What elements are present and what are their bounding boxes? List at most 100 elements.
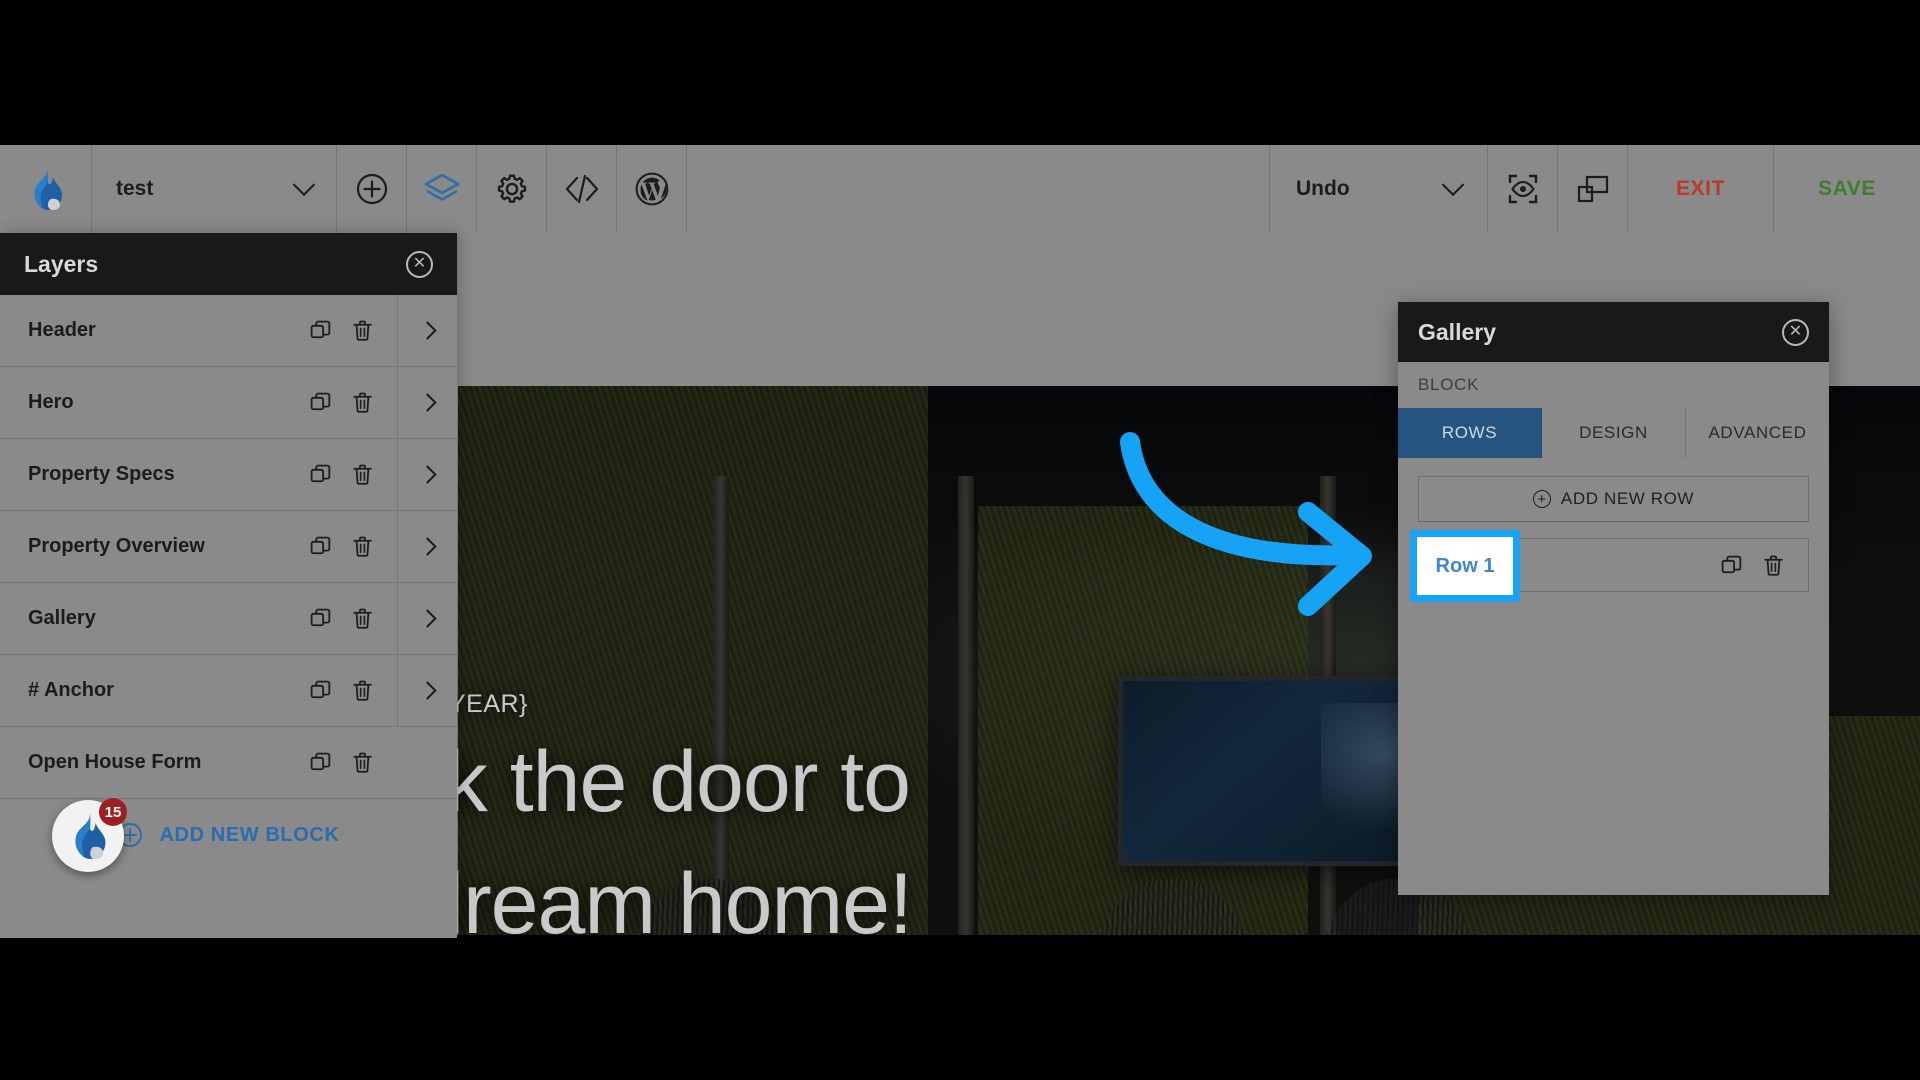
trash-icon[interactable] bbox=[350, 678, 375, 703]
code-button[interactable] bbox=[547, 145, 617, 233]
gallery-panel-header: Gallery ✕ bbox=[1398, 302, 1829, 362]
layer-expand-button[interactable] bbox=[397, 294, 457, 367]
preview-eye-icon bbox=[1508, 174, 1537, 204]
add-circle-button[interactable] bbox=[337, 145, 407, 233]
layers-icon bbox=[424, 173, 459, 201]
gallery-tab-bar: ROWS DESIGN ADVANCED bbox=[1398, 408, 1829, 458]
chevron-right-icon bbox=[418, 609, 437, 628]
gallery-section-label: BLOCK bbox=[1418, 375, 1480, 394]
chevron-right-icon bbox=[418, 393, 437, 412]
undo-dropdown[interactable]: Undo bbox=[1270, 145, 1488, 233]
responsive-layout-icon bbox=[1577, 175, 1608, 203]
row-list-item[interactable]: Row 1 bbox=[1410, 530, 1809, 602]
layer-actions bbox=[308, 606, 397, 631]
trash-icon[interactable] bbox=[350, 390, 375, 415]
chevron-down-icon bbox=[292, 173, 316, 197]
gallery-tab-design[interactable]: DESIGN bbox=[1542, 408, 1686, 458]
layer-name-label: Gallery bbox=[28, 607, 96, 629]
layer-name-label: Header bbox=[28, 319, 96, 341]
green-wall-left bbox=[458, 386, 928, 935]
layer-expand-button[interactable] bbox=[397, 366, 457, 439]
site-selector[interactable]: test bbox=[92, 145, 337, 233]
layer-name-label: Property Specs bbox=[28, 463, 175, 485]
chevron-right-icon bbox=[418, 681, 437, 700]
layer-name-label: Open House Form bbox=[28, 751, 202, 773]
layer-name-label: Property Overview bbox=[28, 535, 205, 557]
layer-expand-button[interactable] bbox=[397, 654, 457, 727]
duplicate-icon[interactable] bbox=[308, 678, 333, 703]
gallery-tab-advanced[interactable]: ADVANCED bbox=[1686, 408, 1829, 458]
wordpress-button[interactable] bbox=[617, 145, 687, 233]
duplicate-icon[interactable] bbox=[308, 606, 333, 631]
gallery-tab-rows[interactable]: ROWS bbox=[1398, 408, 1542, 458]
close-circle-icon[interactable]: ✕ bbox=[406, 250, 433, 278]
chat-widget-button[interactable]: 15 bbox=[52, 798, 127, 872]
preview-button[interactable] bbox=[1488, 145, 1558, 233]
chevron-right-icon bbox=[418, 537, 437, 556]
layers-panel-header: Layers ✕ bbox=[0, 233, 457, 295]
layer-expand-button[interactable] bbox=[397, 438, 457, 511]
layer-expand-placeholder bbox=[397, 727, 457, 799]
layer-actions bbox=[308, 318, 397, 343]
exit-button[interactable]: EXIT bbox=[1628, 145, 1774, 233]
code-icon bbox=[565, 174, 598, 204]
layer-expand-button[interactable] bbox=[397, 510, 457, 583]
layer-expand-button[interactable] bbox=[397, 582, 457, 655]
chevron-right-icon bbox=[418, 465, 437, 484]
layer-row[interactable]: Hero bbox=[0, 366, 457, 439]
layers-panel-title: Layers bbox=[24, 250, 99, 277]
add-new-row-button[interactable]: + ADD NEW ROW bbox=[1418, 476, 1809, 522]
duplicate-icon[interactable] bbox=[308, 750, 333, 775]
chat-unread-badge: 15 bbox=[99, 798, 127, 826]
duplicate-icon[interactable] bbox=[308, 390, 333, 415]
pergola-post bbox=[958, 476, 974, 935]
site-name-label: test bbox=[116, 177, 154, 200]
chevron-down-icon bbox=[1441, 173, 1465, 197]
trash-icon[interactable] bbox=[350, 534, 375, 559]
save-button[interactable]: SAVE bbox=[1774, 145, 1920, 233]
layers-button[interactable] bbox=[407, 145, 477, 233]
trash-icon[interactable] bbox=[1761, 553, 1786, 578]
layer-row[interactable]: Property Overview bbox=[0, 510, 457, 583]
layer-actions bbox=[308, 534, 397, 559]
layer-row[interactable]: Header bbox=[0, 294, 457, 367]
layer-actions bbox=[308, 390, 397, 415]
add-new-row-label: ADD NEW ROW bbox=[1560, 489, 1695, 508]
layer-actions bbox=[308, 462, 397, 487]
row-actions bbox=[1719, 553, 1808, 578]
trash-icon[interactable] bbox=[350, 318, 375, 343]
add-new-block-label: ADD NEW BLOCK bbox=[159, 823, 340, 846]
duplicate-icon[interactable] bbox=[308, 462, 333, 487]
layer-row[interactable]: Property Specs bbox=[0, 438, 457, 511]
layers-list: Header Hero Property Specs Property Over… bbox=[0, 294, 457, 799]
row-1-label: Row 1 bbox=[1435, 554, 1495, 577]
gallery-settings-panel: Gallery ✕ BLOCK ROWS DESIGN ADVANCED + ADD… bbox=[1398, 302, 1829, 895]
duplicate-icon[interactable] bbox=[308, 534, 333, 559]
gallery-panel-title: Gallery bbox=[1418, 318, 1496, 345]
row-1-highlight-annotation[interactable]: Row 1 bbox=[1410, 530, 1520, 602]
toolbar-spacer bbox=[687, 145, 1270, 233]
close-circle-icon[interactable]: ✕ bbox=[1782, 318, 1809, 346]
layer-actions bbox=[308, 678, 397, 703]
layer-name-label: # Anchor bbox=[28, 679, 114, 701]
trash-icon[interactable] bbox=[350, 462, 375, 487]
undo-label: Undo bbox=[1296, 177, 1350, 200]
duplicate-icon[interactable] bbox=[1719, 553, 1744, 578]
layer-actions bbox=[308, 750, 397, 775]
layer-row[interactable]: Open House Form bbox=[0, 727, 457, 799]
responsive-button[interactable] bbox=[1558, 145, 1628, 233]
layer-row[interactable]: # Anchor bbox=[0, 654, 457, 727]
brand-logo-button[interactable] bbox=[0, 145, 92, 233]
editor-toolbar: test Undo EXIT SAVE bbox=[0, 145, 1920, 233]
settings-gear-icon bbox=[497, 174, 526, 203]
settings-button[interactable] bbox=[477, 145, 547, 233]
screenshot-root: {CURRENT_YEAR} Unlock the door to your d… bbox=[0, 0, 1920, 1080]
trash-icon[interactable] bbox=[350, 606, 375, 631]
duplicate-icon[interactable] bbox=[308, 318, 333, 343]
trash-icon[interactable] bbox=[350, 750, 375, 775]
pergola-post bbox=[713, 476, 729, 935]
plus-circle-icon: + bbox=[1532, 490, 1551, 508]
gallery-panel-body: + ADD NEW ROW Row 1 bbox=[1398, 458, 1829, 602]
layer-row[interactable]: Gallery bbox=[0, 582, 457, 655]
layer-name-label: Hero bbox=[28, 391, 74, 413]
